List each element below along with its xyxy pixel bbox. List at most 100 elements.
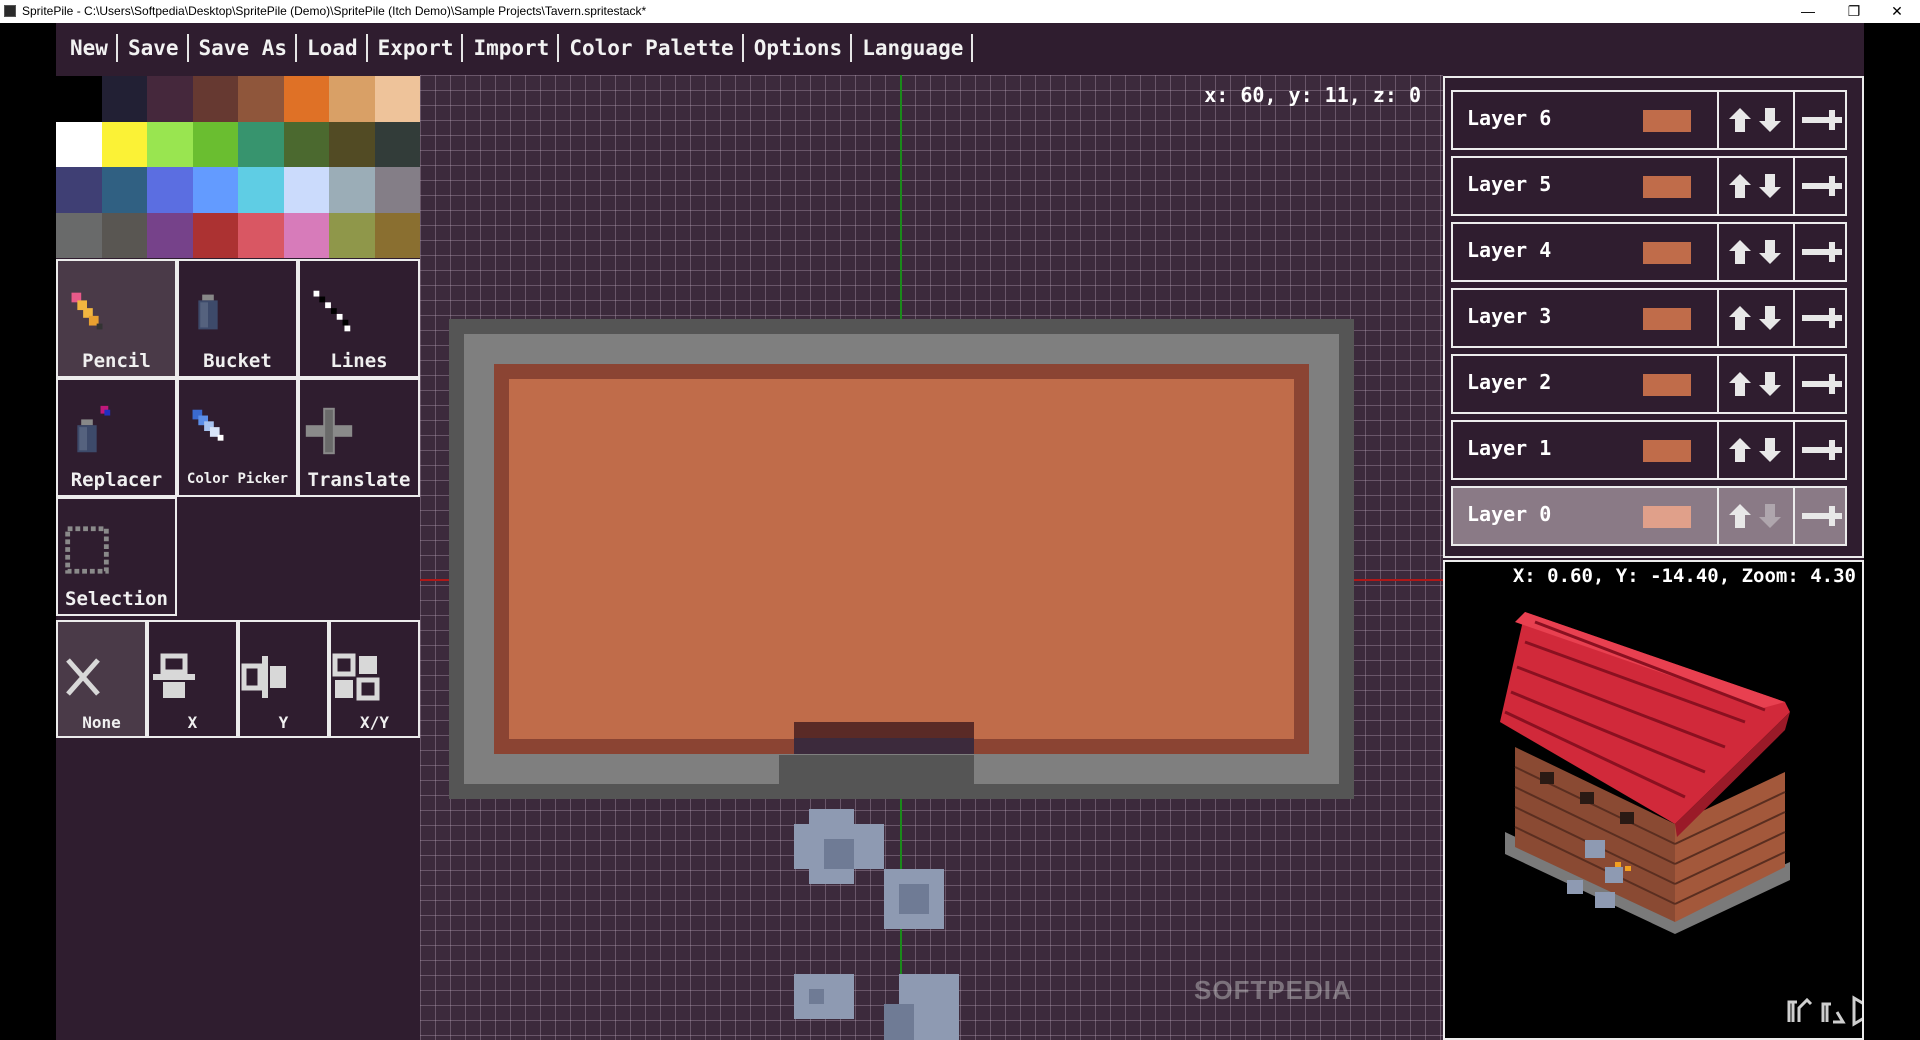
menu-language[interactable]: Language [858, 34, 974, 62]
move-layer-up-icon[interactable] [1727, 369, 1753, 399]
tool-translate[interactable]: Translate [298, 378, 420, 497]
move-layer-down-icon[interactable] [1757, 303, 1783, 333]
menu-color-palette[interactable]: Color Palette [565, 34, 744, 62]
move-layer-down-icon[interactable] [1757, 105, 1783, 135]
palette-swatch[interactable] [101, 167, 147, 213]
tool-label: Bucket [203, 350, 272, 372]
palette-swatch[interactable] [329, 167, 375, 213]
menu-import[interactable]: Import [469, 34, 560, 62]
tool-lines[interactable]: Lines [298, 259, 420, 378]
layer-row[interactable]: Layer 0 [1451, 486, 1847, 546]
palette-swatch[interactable] [192, 76, 238, 122]
layer-row[interactable]: Layer 2 [1451, 354, 1847, 414]
minimize-button[interactable]: — [1785, 0, 1831, 23]
palette-swatch[interactable] [101, 76, 147, 122]
tool-color-picker[interactable]: Color Picker [177, 378, 298, 497]
palette-swatch[interactable] [56, 121, 102, 167]
palette-swatch[interactable] [192, 212, 238, 258]
menu-save-as[interactable]: Save As [195, 34, 298, 62]
move-layer-up-icon[interactable] [1727, 501, 1753, 531]
tool-bucket[interactable]: Bucket [177, 259, 298, 378]
move-layer-down-icon[interactable] [1757, 501, 1783, 531]
layer-thumbnail [1643, 308, 1691, 330]
drawing-canvas[interactable]: SOFTPEDIA x: 60, y: 11, z: 0 [420, 75, 1443, 1040]
add-layer-icon[interactable] [1819, 501, 1845, 531]
tool-selection[interactable]: Selection [56, 497, 177, 616]
menu-export[interactable]: Export [374, 34, 464, 62]
layer-divider [1717, 92, 1719, 148]
palette-swatch[interactable] [192, 121, 238, 167]
move-layer-up-icon[interactable] [1727, 237, 1753, 267]
palette-swatch[interactable] [374, 121, 420, 167]
palette-swatch[interactable] [56, 76, 102, 122]
layer-thumbnail [1643, 176, 1691, 198]
add-layer-icon[interactable] [1819, 105, 1845, 135]
palette-swatch[interactable] [329, 212, 375, 258]
palette-swatch[interactable] [147, 167, 193, 213]
move-layer-down-icon[interactable] [1757, 171, 1783, 201]
palette-swatch[interactable] [283, 212, 329, 258]
mirror-none-button[interactable]: None [56, 620, 147, 738]
layer-divider [1717, 422, 1719, 478]
palette-swatch[interactable] [329, 121, 375, 167]
close-button[interactable]: ✕ [1874, 0, 1920, 23]
layer-row[interactable]: Layer 1 [1451, 420, 1847, 480]
maximize-button[interactable]: ❐ [1831, 0, 1877, 23]
move-layer-up-icon[interactable] [1727, 303, 1753, 333]
3d-preview[interactable]: X: 0.60, Y: -14.40, Zoom: 4.30 [1443, 560, 1864, 1040]
palette-swatch[interactable] [329, 76, 375, 122]
add-layer-icon[interactable] [1819, 303, 1845, 333]
floor [509, 379, 1294, 739]
palette-swatch[interactable] [374, 167, 420, 213]
color-picker-icon [192, 409, 224, 441]
menu-new[interactable]: New [66, 34, 118, 62]
palette-swatch[interactable] [283, 121, 329, 167]
menu-load[interactable]: Load [303, 34, 368, 62]
tool-pencil[interactable]: Pencil [56, 259, 177, 378]
play-icon[interactable] [1848, 994, 1864, 1028]
palette-swatch[interactable] [192, 167, 238, 213]
menu-save[interactable]: Save [124, 34, 189, 62]
watermark: SOFTPEDIA [1194, 975, 1352, 1005]
rotate-left-icon[interactable] [1783, 994, 1817, 1028]
rock [794, 974, 854, 1019]
move-layer-down-icon[interactable] [1757, 369, 1783, 399]
move-layer-up-icon[interactable] [1727, 171, 1753, 201]
palette-swatch[interactable] [283, 167, 329, 213]
palette-swatch[interactable] [374, 76, 420, 122]
app-icon [4, 5, 16, 17]
palette-swatch[interactable] [147, 121, 193, 167]
palette-swatch[interactable] [101, 121, 147, 167]
palette-swatch[interactable] [238, 121, 284, 167]
mirror-x-button[interactable]: X [147, 620, 238, 738]
add-layer-icon[interactable] [1819, 237, 1845, 267]
layer-row[interactable]: Layer 5 [1451, 156, 1847, 216]
add-layer-icon[interactable] [1819, 435, 1845, 465]
palette-swatch[interactable] [147, 76, 193, 122]
palette-swatch[interactable] [374, 212, 420, 258]
add-layer-icon[interactable] [1819, 171, 1845, 201]
mirror-xy-button[interactable]: X/Y [329, 620, 420, 738]
menu-options[interactable]: Options [750, 34, 853, 62]
palette-swatch[interactable] [238, 212, 284, 258]
rotate-right-icon[interactable] [1815, 994, 1849, 1028]
replacer-icon [77, 405, 111, 453]
move-layer-up-icon[interactable] [1727, 105, 1753, 135]
palette-swatch[interactable] [147, 212, 193, 258]
palette-swatch[interactable] [56, 167, 102, 213]
move-layer-down-icon[interactable] [1757, 435, 1783, 465]
move-layer-down-icon[interactable] [1757, 237, 1783, 267]
add-layer-icon[interactable] [1819, 369, 1845, 399]
move-layer-up-icon[interactable] [1727, 435, 1753, 465]
layer-row[interactable]: Layer 4 [1451, 222, 1847, 282]
tool-replacer[interactable]: Replacer [56, 378, 177, 497]
mirror-y-button[interactable]: Y [238, 620, 329, 738]
layer-row[interactable]: Layer 6 [1451, 90, 1847, 150]
palette-swatch[interactable] [238, 76, 284, 122]
layer-name: Layer 2 [1467, 370, 1552, 394]
layer-row[interactable]: Layer 3 [1451, 288, 1847, 348]
palette-swatch[interactable] [238, 167, 284, 213]
palette-swatch[interactable] [283, 76, 329, 122]
palette-swatch[interactable] [101, 212, 147, 258]
palette-swatch[interactable] [56, 212, 102, 258]
